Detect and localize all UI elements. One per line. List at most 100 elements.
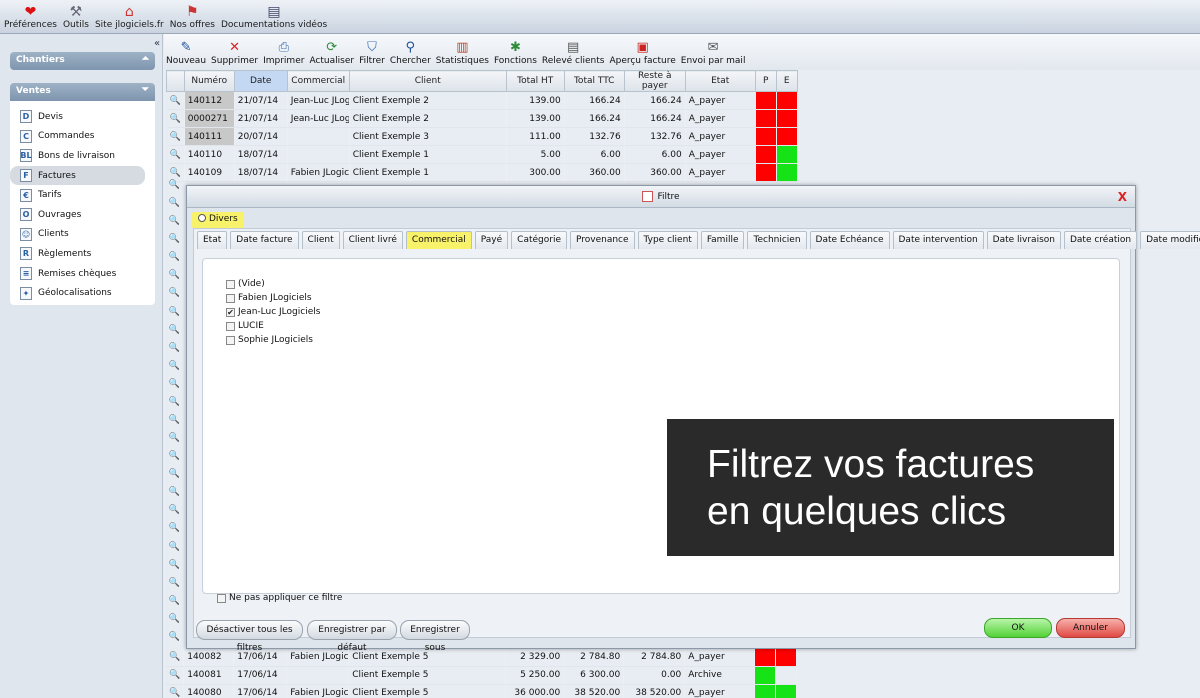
row-magnifier-icon[interactable]: 🔍: [166, 91, 185, 110]
filter-option-sophie-jlogiciels[interactable]: Sophie JLogiciels: [226, 333, 320, 347]
sidebar-item-commandes[interactable]: C Commandes: [10, 127, 155, 147]
row-magnifier-icon[interactable]: 🔍: [166, 397, 183, 415]
column-header-date[interactable]: Date: [233, 70, 288, 92]
close-icon[interactable]: X: [1118, 186, 1127, 208]
checkbox[interactable]: [226, 321, 235, 331]
row-magnifier-icon[interactable]: 🔍: [166, 415, 183, 433]
table-row[interactable]: 🔍 140080 17/06/14 Fabien JLogici Client Exem…: [166, 684, 798, 698]
row-magnifier-icon[interactable]: 🔍: [166, 560, 183, 578]
filter-option-jean-luc-jlogiciels[interactable]: ✔ Jean-Luc JLogiciels: [226, 305, 320, 319]
column-header-numero[interactable]: Numéro: [183, 70, 235, 92]
filter-option-vide[interactable]: (Vide): [226, 277, 320, 291]
toolbar-releve-clients-button[interactable]: ▤ Relevé clients: [542, 40, 605, 70]
deactivate-all-filters-button[interactable]: Désactiver tous les filtres: [196, 620, 303, 653]
tab-type-client[interactable]: Type client: [637, 231, 698, 249]
row-magnifier-icon[interactable]: 🔍: [166, 180, 183, 198]
tab-categorie[interactable]: Catégorie: [511, 231, 567, 249]
row-magnifier-icon[interactable]: 🔍: [166, 163, 185, 182]
row-magnifier-icon[interactable]: 🔍: [166, 270, 183, 288]
sidebar-item-bons-de-livraison[interactable]: BL Bons de livraison: [10, 146, 155, 166]
row-magnifier-icon[interactable]: 🔍: [166, 433, 183, 451]
toolbar-actualiser-button[interactable]: ⟳ Actualiser: [309, 40, 354, 70]
row-magnifier-icon[interactable]: 🔍: [166, 307, 183, 325]
table-row[interactable]: 🔍 140110 18/07/14 Client Exemple 1 5.00 6.00 6…: [166, 145, 798, 164]
tab-client-livre[interactable]: Client livré: [342, 231, 403, 249]
ventes-panel-header[interactable]: Ventes ⏷: [10, 83, 155, 101]
tab-date-intervention[interactable]: Date intervention: [892, 231, 984, 249]
row-magnifier-icon[interactable]: 🔍: [166, 666, 185, 685]
column-header-total-ht[interactable]: Total HT: [505, 70, 565, 92]
no-apply-checkbox-row[interactable]: Ne pas appliquer ce filtre: [217, 593, 342, 603]
toolbar-chercher-button[interactable]: ⚲ Chercher: [390, 40, 431, 70]
cancel-button[interactable]: Annuler: [1056, 618, 1125, 638]
topbar-item-site-jlogiciels-fr[interactable]: ⌂ Site jlogiciels.fr: [95, 4, 164, 33]
topbar-item-preferences[interactable]: ❤ Préférences: [4, 4, 57, 33]
save-default-button[interactable]: Enregistrer par défaut: [307, 620, 397, 653]
checkbox[interactable]: [226, 335, 235, 345]
table-row[interactable]: 🔍 140081 17/06/14 Client Exemple 55 250.00 6…: [166, 666, 798, 685]
tab-provenance[interactable]: Provenance: [569, 231, 635, 249]
toolbar-fonctions-button[interactable]: ✱ Fonctions: [494, 40, 537, 70]
tab-date-facture[interactable]: Date facture: [230, 231, 299, 249]
tab-date-echeance[interactable]: Date Echéance: [809, 231, 890, 249]
column-header-e[interactable]: E: [775, 70, 798, 92]
topbar-item-documentations-videos[interactable]: ▤ Documentations vidéos: [221, 4, 327, 33]
column-header-etat[interactable]: Etat: [684, 70, 756, 92]
tab-etat[interactable]: Etat: [197, 231, 228, 249]
table-row[interactable]: 🔍 140109 18/07/14 Fabien JLogici Client Exem…: [166, 163, 798, 182]
radio-icon[interactable]: [198, 214, 206, 222]
row-magnifier-icon[interactable]: 🔍: [166, 252, 183, 270]
row-magnifier-icon[interactable]: 🔍: [166, 578, 183, 596]
row-magnifier-icon[interactable]: 🔍: [166, 505, 183, 523]
toolbar-statistiques-button[interactable]: ▥ Statistiques: [436, 40, 489, 70]
sidebar-item-factures[interactable]: F Factures: [10, 165, 145, 186]
expand-icon[interactable]: ⏶: [142, 54, 149, 64]
column-header-total-ttc[interactable]: Total TTC: [563, 70, 625, 92]
tab-commercial[interactable]: Commercial: [405, 231, 472, 249]
row-magnifier-icon[interactable]: 🔍: [166, 198, 183, 216]
row-magnifier-icon[interactable]: 🔍: [166, 145, 185, 164]
row-magnifier-icon[interactable]: 🔍: [166, 648, 185, 667]
toolbar-nouveau-button[interactable]: ✎ Nouveau: [166, 40, 206, 70]
topbar-item-nos-offres[interactable]: ⚑ Nos offres: [170, 4, 215, 33]
row-magnifier-icon[interactable]: 🔍: [166, 343, 183, 361]
topbar-item-outils[interactable]: ⚒ Outils: [63, 4, 89, 33]
chantiers-panel-header[interactable]: Chantiers ⏶: [10, 52, 155, 70]
tab-date-modification[interactable]: Date modification: [1140, 231, 1200, 249]
row-magnifier-icon[interactable]: 🔍: [166, 288, 183, 306]
save-as-button[interactable]: Enregistrer sous: [400, 620, 470, 653]
row-magnifier-icon[interactable]: 🔍: [166, 361, 183, 379]
row-magnifier-icon[interactable]: 🔍: [166, 596, 183, 614]
checkbox[interactable]: [226, 293, 235, 303]
tab-date-creation[interactable]: Date création: [1063, 231, 1138, 249]
row-magnifier-icon[interactable]: 🔍: [166, 684, 185, 698]
sidebar-item-devis[interactable]: D Devis: [10, 107, 155, 127]
checkbox[interactable]: [226, 279, 235, 289]
row-magnifier-icon[interactable]: 🔍: [166, 487, 183, 505]
row-magnifier-icon[interactable]: 🔍: [166, 234, 183, 252]
tab-client[interactable]: Client: [301, 231, 340, 249]
no-apply-checkbox[interactable]: [217, 593, 226, 603]
tab-famille[interactable]: Famille: [700, 231, 745, 249]
row-magnifier-icon[interactable]: 🔍: [166, 542, 183, 560]
column-header-reste-a-payer[interactable]: Reste à payer: [623, 70, 686, 92]
tab-date-livraison[interactable]: Date livraison: [986, 231, 1061, 249]
toolbar-imprimer-button[interactable]: ⎙ Imprimer: [263, 40, 304, 70]
sidebar-item-clients[interactable]: ☺ Clients: [10, 225, 155, 245]
row-magnifier-icon[interactable]: 🔍: [166, 379, 183, 397]
toolbar-supprimer-button[interactable]: ✕ Supprimer: [211, 40, 258, 70]
row-magnifier-icon[interactable]: 🔍: [166, 523, 183, 541]
row-magnifier-icon[interactable]: 🔍: [166, 614, 183, 632]
tab-technicien[interactable]: Technicien: [747, 231, 807, 249]
row-magnifier-icon[interactable]: 🔍: [166, 127, 185, 146]
toolbar-envoi-par-mail-button[interactable]: ✉ Envoi par mail: [681, 40, 746, 70]
sidebar-item-remises-cheques[interactable]: ≡ Remises chèques: [10, 264, 155, 284]
toolbar-apercu-facture-button[interactable]: ▣ Aperçu facture: [609, 40, 675, 70]
checkbox[interactable]: ✔: [226, 307, 235, 317]
column-header-p[interactable]: P: [754, 70, 777, 92]
sidebar-item-ouvrages[interactable]: O Ouvrages: [10, 205, 155, 225]
filter-option-fabien-jlogiciels[interactable]: Fabien JLogiciels: [226, 291, 320, 305]
sidebar-item-tarifs[interactable]: € Tarifs: [10, 185, 155, 205]
row-magnifier-icon[interactable]: 🔍: [166, 325, 183, 343]
column-header-commercial[interactable]: Commercial: [286, 70, 350, 92]
